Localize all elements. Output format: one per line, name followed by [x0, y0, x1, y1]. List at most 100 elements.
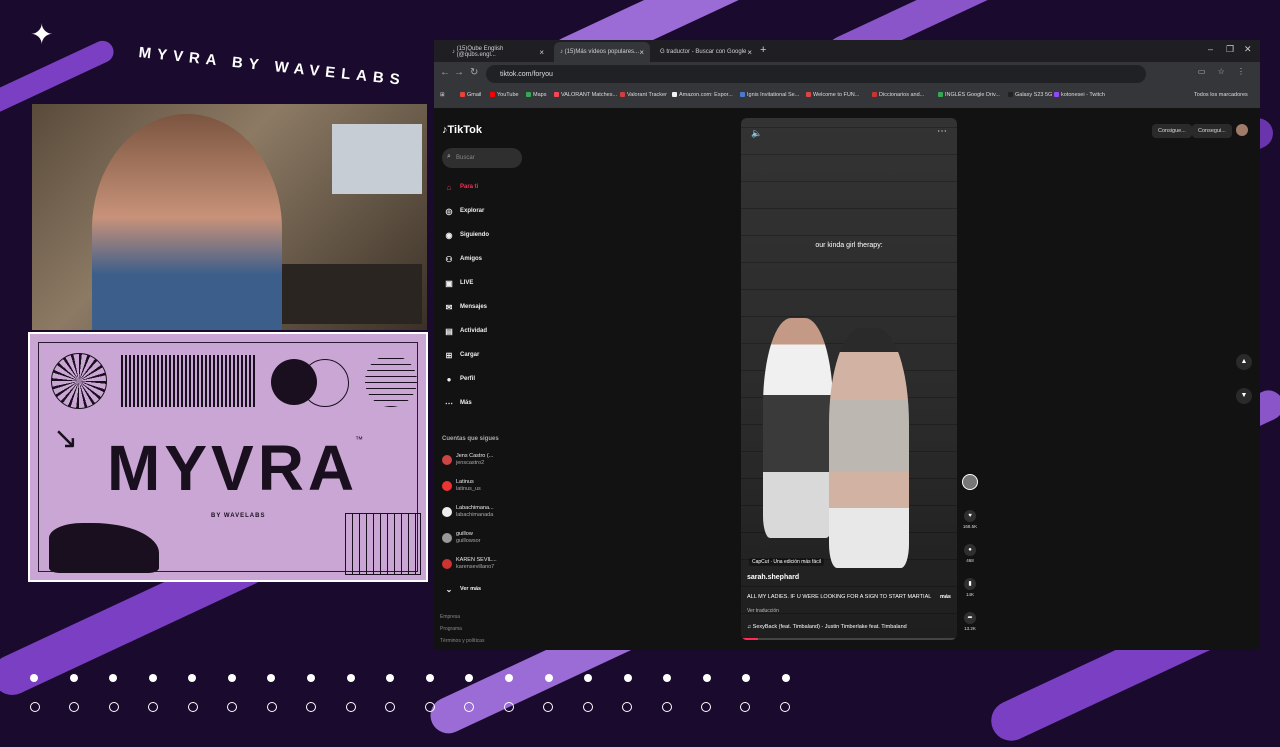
bookmark-item[interactable]: Welcome to FUN... — [806, 92, 859, 98]
dot-row-filled — [30, 674, 790, 682]
reload-button[interactable]: ↻ — [470, 67, 478, 78]
activity-icon: ▤ — [445, 326, 453, 336]
bookmark-item[interactable]: Valorant Tracker — [620, 92, 667, 98]
translation-link[interactable]: Ver traducción — [747, 608, 779, 614]
tab-label: traductor - Buscar con Google — [666, 49, 747, 55]
url-bar[interactable]: tiktok.com/foryou — [486, 65, 1146, 83]
brand-subtitle: BY WAVELABS — [211, 513, 266, 519]
share-button[interactable]: ➦ 13.2K — [962, 612, 978, 631]
coil-graphic — [365, 355, 417, 407]
nav-actividad[interactable]: ▤ Actividad — [444, 324, 487, 338]
avatar — [442, 507, 452, 517]
footer-link[interactable]: Términos y políticas — [440, 638, 484, 644]
bookmark-item[interactable]: Gmail — [460, 92, 481, 98]
tab-google-translate[interactable]: G traductor - Buscar con Google × — [654, 42, 758, 62]
video-subject — [829, 328, 909, 568]
close-window-button[interactable]: ✕ — [1244, 44, 1252, 55]
music-note-icon: ♫ — [747, 624, 752, 630]
close-icon[interactable]: × — [639, 48, 644, 57]
bookmark-item[interactable]: Amazon.com: Espor... — [672, 92, 733, 98]
video-caption-overlay: our kinda girl therapy: — [815, 242, 883, 249]
bookmark-item[interactable]: VALORANT Matches... — [554, 92, 617, 98]
bookmark-item[interactable]: Diccionarios and... — [872, 92, 924, 98]
all-bookmarks-button[interactable]: Todos los marcadores — [1194, 92, 1248, 98]
extension-icons[interactable]: ▭ ☆ ⋮ — [1198, 67, 1250, 76]
comment-icon: ● — [964, 544, 976, 556]
comment-button[interactable]: ● 468 — [962, 544, 978, 563]
live-icon: ▣ — [445, 278, 453, 288]
avatar — [442, 481, 452, 491]
messages-icon: ✉ — [445, 302, 453, 312]
nav-explorar[interactable]: ◎ Explorar — [444, 204, 485, 218]
profile-avatar[interactable] — [1236, 124, 1248, 136]
tiktok-icon: ♪ — [452, 49, 455, 55]
video-username[interactable]: sarah.shephard — [747, 574, 799, 581]
tab-bar: ♪ (15)Qube English (@qubs.engl... × ♪ (1… — [434, 40, 1260, 62]
following-icon: ◉ — [445, 230, 453, 240]
share-icon: ➦ — [964, 612, 976, 624]
tiktok-logo[interactable]: ♪TikTok — [442, 124, 482, 136]
music-label[interactable]: ♫ SexyBack (feat. Timbaland) - Justin Ti… — [747, 624, 907, 630]
nav-cargar[interactable]: ⊞ Cargar — [444, 348, 480, 362]
address-bar-row: ← → ↻ tiktok.com/foryou ▭ ☆ ⋮ — [434, 62, 1260, 86]
nav-perfil[interactable]: ● Perfil — [444, 372, 475, 386]
nav-mas[interactable]: ⋯ Más — [444, 396, 472, 410]
compass-icon: ◎ — [445, 206, 453, 216]
bookmark-item[interactable]: Ignis Invitational Se... — [740, 92, 799, 98]
close-icon[interactable]: × — [747, 48, 752, 57]
following-account[interactable]: Latinus latinus_us — [442, 476, 481, 496]
get-app-button[interactable]: Consigue... — [1152, 124, 1192, 138]
webcam-feed — [32, 104, 427, 330]
get-coins-button[interactable]: Consegui... — [1192, 124, 1232, 138]
new-tab-button[interactable]: + — [760, 44, 766, 56]
video-player[interactable]: 🔈 ⋯ our kinda girl therapy: CapCut · Una… — [741, 118, 957, 640]
minimize-button[interactable]: – — [1208, 44, 1213, 54]
back-button[interactable]: ← — [440, 67, 450, 78]
trademark-symbol: ™ — [355, 435, 363, 444]
following-account[interactable]: Jens Castro (... jenscastro2 — [442, 450, 493, 470]
like-button[interactable]: ♥ 168.5K — [962, 510, 978, 529]
tab-label: (15)Qube English (@qubs.engl... — [456, 46, 504, 58]
maximize-button[interactable]: ❐ — [1226, 44, 1234, 55]
nav-amigos[interactable]: ⚇ Amigos — [444, 252, 482, 266]
forward-button[interactable]: → — [454, 67, 464, 78]
spiral-graphic — [51, 353, 107, 409]
arrow-icon: ↘ — [53, 422, 79, 455]
following-account[interactable]: Labachimana... labachimanada — [442, 502, 494, 522]
bookmark-item[interactable]: Maps — [526, 92, 546, 98]
volume-icon[interactable]: 🔈 — [751, 128, 762, 139]
search-input[interactable]: ⌕ Buscar — [442, 148, 522, 168]
see-more-button[interactable]: ⌄ Ver más — [444, 582, 481, 596]
avatar — [442, 455, 452, 465]
capcut-tag[interactable]: CapCut · Una edición más fácil — [749, 558, 824, 566]
following-section-title: Cuentas que sigues — [442, 436, 499, 442]
tab-qube-english[interactable]: ♪ (15)Qube English (@qubs.engl... × — [446, 42, 550, 62]
bookmark-item[interactable]: kotonesei - Twitch — [1054, 92, 1105, 98]
apps-icon[interactable]: ⊞ — [440, 92, 445, 98]
bookmark-item[interactable]: Galaxy S23 5G — [1008, 92, 1052, 98]
following-account[interactable]: KAREN SEVIL... karensevillano7 — [442, 554, 497, 574]
tab-tiktok-foryou[interactable]: ♪ (15)Más vídeos populares... × — [554, 42, 650, 62]
close-icon[interactable]: × — [539, 48, 544, 57]
footer-link[interactable]: Programa — [440, 626, 462, 632]
footer-link[interactable]: Empresa — [440, 614, 460, 620]
chevron-up-icon: ▲ — [1240, 358, 1248, 365]
tiktok-icon: ♪ — [560, 49, 563, 55]
nav-para-ti[interactable]: ⌂ Para ti — [444, 180, 479, 194]
more-link[interactable]: más — [940, 594, 951, 600]
previous-video-button[interactable]: ▲ — [1236, 354, 1252, 370]
bookmark-item[interactable]: YouTube — [490, 92, 519, 98]
following-account[interactable]: guillow guillowsor — [442, 528, 480, 548]
tiktok-page: ♪TikTok ⌕ Buscar ⌂ Para ti ◎ Explorar ◉ Sig… — [434, 108, 1260, 650]
creator-avatar[interactable] — [962, 474, 978, 490]
overlay-title: MYVRA BY WAVELABS — [137, 44, 407, 89]
more-options-icon[interactable]: ⋯ — [937, 126, 947, 137]
save-button[interactable]: ▮ 14K — [962, 578, 978, 597]
next-video-button[interactable]: ▼ — [1236, 388, 1252, 404]
upload-icon: ⊞ — [445, 350, 453, 360]
nav-live[interactable]: ▣ LIVE — [444, 276, 473, 290]
nav-mensajes[interactable]: ✉ Mensajes — [444, 300, 487, 314]
bookmark-item[interactable]: INGLÉS Google Driv... — [938, 92, 1000, 98]
video-progress[interactable] — [741, 638, 957, 640]
nav-siguiendo[interactable]: ◉ Siguiendo — [444, 228, 490, 242]
